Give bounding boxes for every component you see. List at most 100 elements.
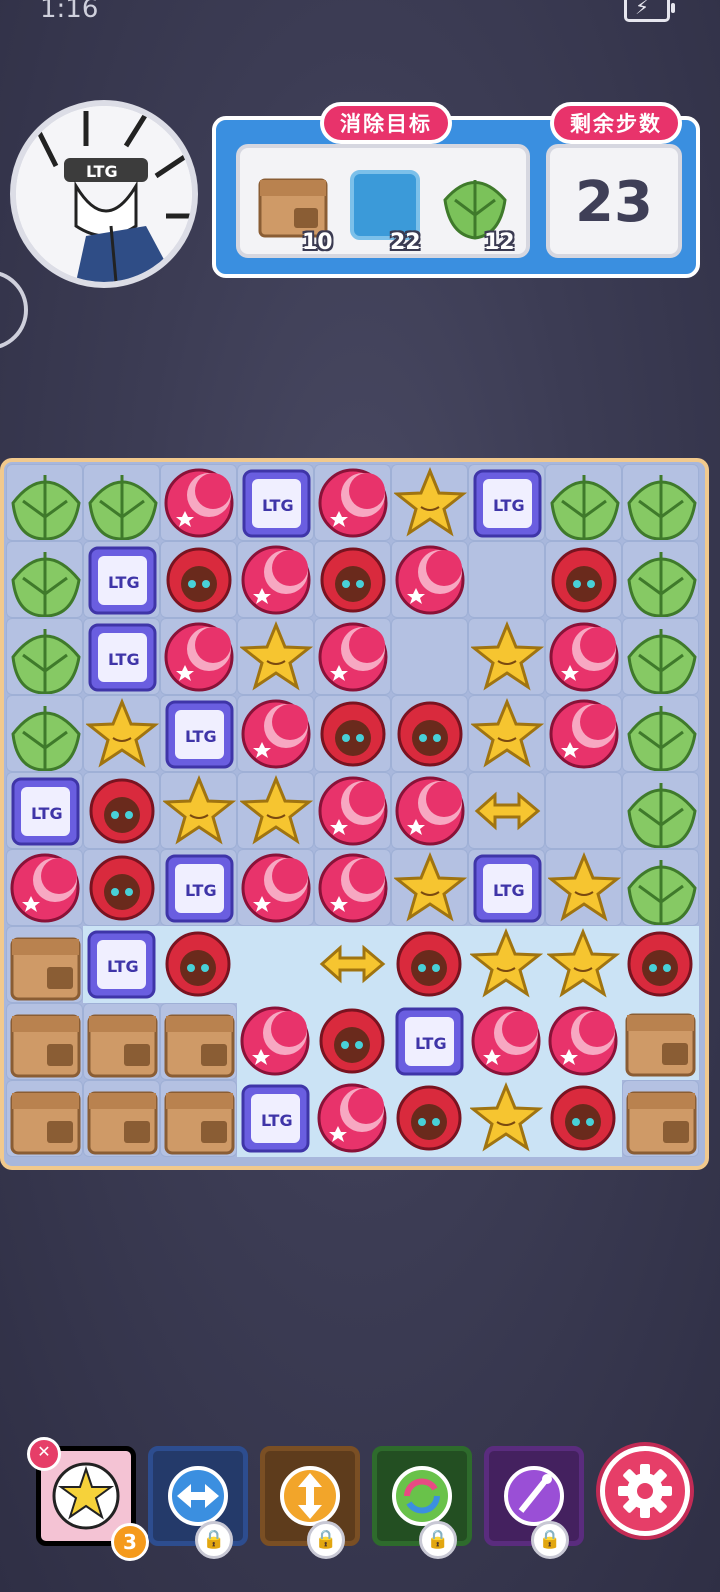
- purple-block-tile[interactable]: LTG: [83, 618, 160, 695]
- star-icon: [547, 928, 620, 998]
- box-tile[interactable]: [83, 1080, 160, 1157]
- moon-tile[interactable]: [314, 849, 391, 926]
- purple-block-tile[interactable]: LTG: [237, 1080, 314, 1157]
- purple-block-icon: LTG: [241, 1084, 310, 1153]
- star-tile[interactable]: [468, 618, 545, 695]
- box-tile[interactable]: [160, 1003, 237, 1080]
- red-ball-tile[interactable]: [314, 695, 391, 772]
- player-avatar[interactable]: LTG: [10, 100, 198, 288]
- red-ball-tile[interactable]: [160, 926, 237, 1003]
- moon-tile[interactable]: [160, 464, 237, 541]
- leaf-icon: [627, 629, 697, 694]
- leaf-icon: [11, 706, 81, 771]
- star-tile[interactable]: [237, 618, 314, 695]
- moon-tile[interactable]: [160, 618, 237, 695]
- moon-tile[interactable]: [545, 1003, 622, 1080]
- refresh-tool-button[interactable]: 🔒: [372, 1446, 472, 1559]
- arrow-tile[interactable]: [468, 772, 545, 849]
- star-tile[interactable]: [545, 926, 622, 1003]
- box-icon: [87, 1014, 158, 1078]
- arrow-tile[interactable]: [314, 926, 391, 1003]
- red-ball-tile[interactable]: [545, 1080, 622, 1157]
- leaf-tile[interactable]: [545, 464, 622, 541]
- leaf-goal-count: 12: [484, 230, 515, 255]
- red-ball-tile[interactable]: [83, 772, 160, 849]
- leaf-tile[interactable]: [622, 618, 699, 695]
- leaf-tile[interactable]: [6, 464, 83, 541]
- moon-tile[interactable]: [237, 849, 314, 926]
- purple-block-tile[interactable]: LTG: [468, 849, 545, 926]
- purple-block-tile[interactable]: LTG: [160, 695, 237, 772]
- star-tile[interactable]: [237, 772, 314, 849]
- moon-tile[interactable]: [391, 541, 468, 618]
- box-tile[interactable]: [6, 1003, 83, 1080]
- moon-tile[interactable]: [545, 695, 622, 772]
- moon-tile[interactable]: [545, 618, 622, 695]
- box-tile[interactable]: [83, 1003, 160, 1080]
- leaf-tile[interactable]: [6, 695, 83, 772]
- moon-tile[interactable]: [237, 1003, 314, 1080]
- moon-tile[interactable]: [314, 618, 391, 695]
- purple-block-tile[interactable]: LTG: [237, 464, 314, 541]
- star-tile[interactable]: [391, 849, 468, 926]
- box-icon: [164, 1091, 235, 1155]
- red-ball-tile[interactable]: [391, 1080, 468, 1157]
- leaf-tile[interactable]: [622, 772, 699, 849]
- moon-tile[interactable]: [314, 1080, 391, 1157]
- box-tile[interactable]: [6, 926, 83, 1003]
- leaf-tile[interactable]: [6, 618, 83, 695]
- star-tile[interactable]: [468, 695, 545, 772]
- box-tile[interactable]: [622, 1003, 699, 1080]
- star-tile[interactable]: [160, 772, 237, 849]
- red-ball-tile[interactable]: [160, 541, 237, 618]
- side-tab-handle[interactable]: [0, 270, 28, 350]
- vertical-tool-button[interactable]: 🔒: [260, 1446, 360, 1559]
- star-tile[interactable]: [545, 849, 622, 926]
- character-card-button[interactable]: ✕ 3: [27, 1437, 149, 1561]
- red-ball-tile[interactable]: [545, 541, 622, 618]
- steps-title: 剩余步数: [550, 102, 682, 144]
- star-icon: [471, 621, 544, 691]
- star-icon: [240, 621, 313, 691]
- purple-block-tile[interactable]: LTG: [83, 541, 160, 618]
- star-tile[interactable]: [468, 1080, 545, 1157]
- red-ball-tile[interactable]: [314, 541, 391, 618]
- star-tile[interactable]: [391, 464, 468, 541]
- red-ball-tile[interactable]: [83, 849, 160, 926]
- purple-block-tile[interactable]: LTG: [83, 926, 160, 1003]
- box-tile[interactable]: [622, 1080, 699, 1157]
- red-ball-icon: [320, 701, 386, 767]
- purple-block-tile[interactable]: LTG: [6, 772, 83, 849]
- moon-tile[interactable]: [468, 1003, 545, 1080]
- svg-text:LTG: LTG: [31, 804, 63, 823]
- settings-button[interactable]: [600, 1446, 690, 1536]
- moon-tile[interactable]: [314, 772, 391, 849]
- moon-tile[interactable]: [6, 849, 83, 926]
- leaf-tile[interactable]: [622, 849, 699, 926]
- purple-block-tile[interactable]: LTG: [391, 1003, 468, 1080]
- red-ball-tile[interactable]: [314, 1003, 391, 1080]
- leaf-tile[interactable]: [622, 541, 699, 618]
- moon-tile[interactable]: [237, 695, 314, 772]
- star-tile[interactable]: [83, 695, 160, 772]
- red-ball-tile[interactable]: [622, 926, 699, 1003]
- leaf-tile[interactable]: [622, 695, 699, 772]
- magic-tool-button[interactable]: 🔒: [484, 1446, 584, 1559]
- red-ball-tile[interactable]: [391, 695, 468, 772]
- leaf-tile[interactable]: [83, 464, 160, 541]
- purple-block-tile[interactable]: LTG: [468, 464, 545, 541]
- moon-tile[interactable]: [237, 541, 314, 618]
- star-tile[interactable]: [468, 926, 545, 1003]
- moon-tile[interactable]: [314, 464, 391, 541]
- leaf-tile[interactable]: [622, 464, 699, 541]
- red-ball-tile[interactable]: [391, 926, 468, 1003]
- box-tile[interactable]: [6, 1080, 83, 1157]
- svg-text:LTG: LTG: [493, 881, 525, 900]
- ice-goal-count: 22: [390, 230, 421, 255]
- box-tile[interactable]: [160, 1080, 237, 1157]
- leaf-tile[interactable]: [6, 541, 83, 618]
- swap-tool-button[interactable]: 🔒: [148, 1446, 248, 1559]
- purple-block-tile[interactable]: LTG: [160, 849, 237, 926]
- moon-tile[interactable]: [391, 772, 468, 849]
- close-icon[interactable]: ✕: [27, 1437, 61, 1471]
